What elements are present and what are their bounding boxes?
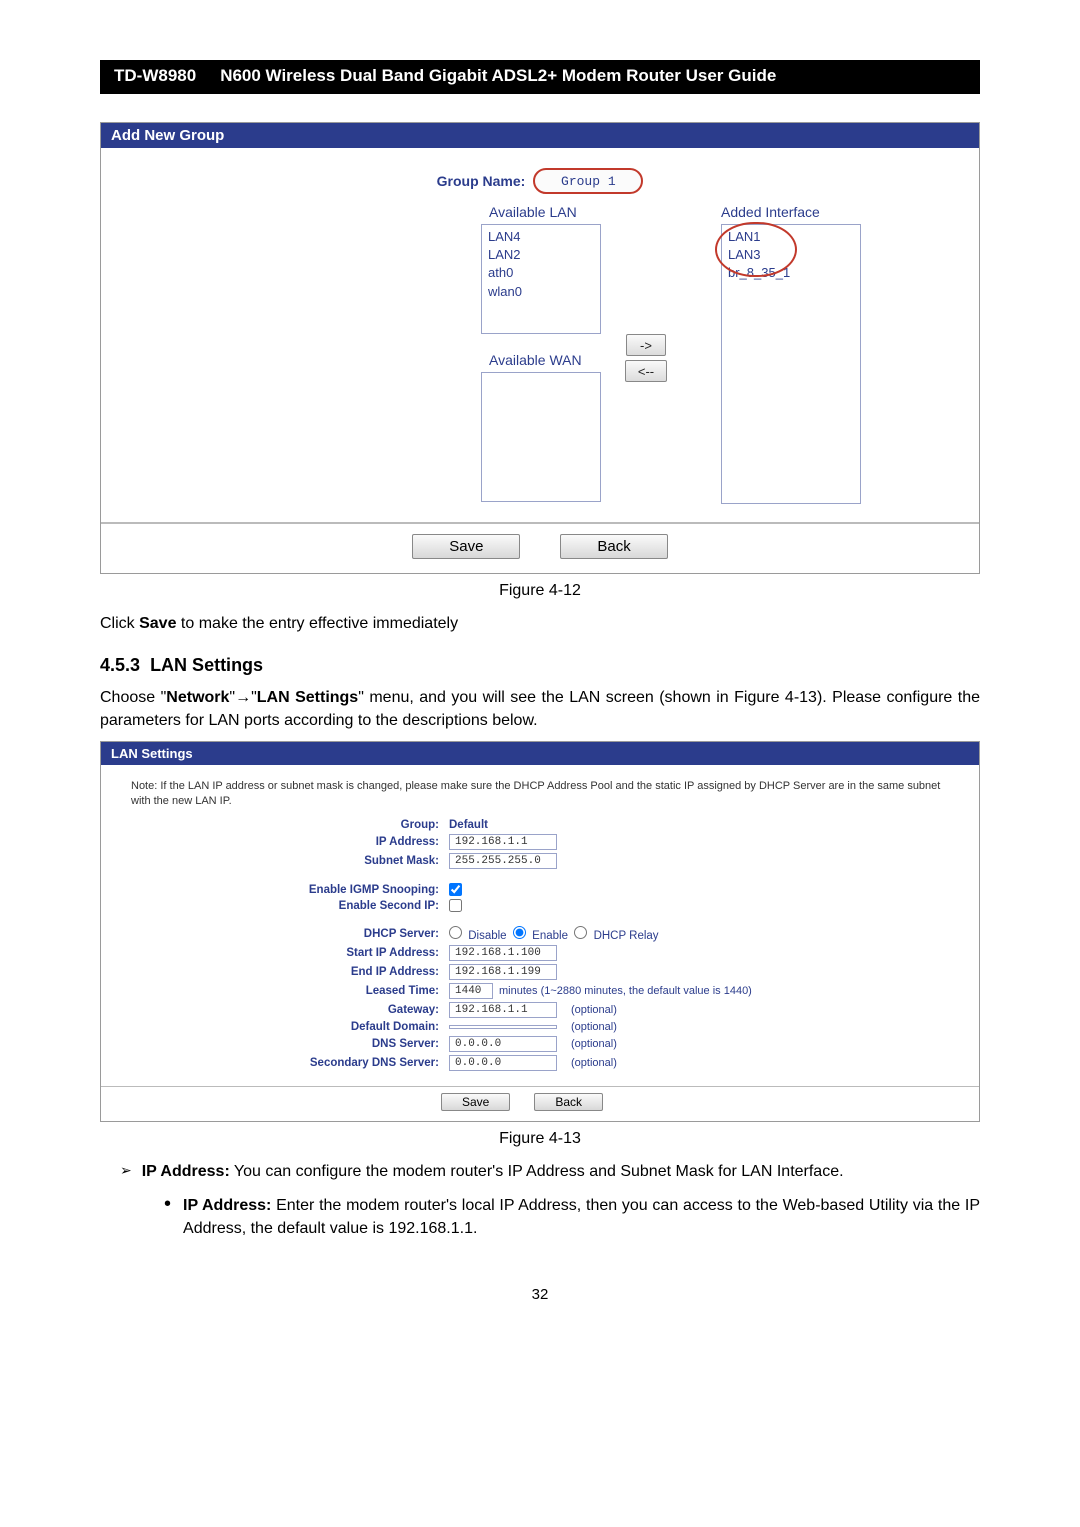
panel-title: LAN Settings bbox=[101, 742, 979, 765]
default-domain-input[interactable] bbox=[449, 1025, 557, 1029]
panel-title: Add New Group bbox=[101, 123, 979, 148]
bullet-item: ➢ IP Address: You can configure the mode… bbox=[120, 1160, 980, 1183]
available-wan-label: Available WAN bbox=[489, 352, 721, 368]
start-ip-label: Start IP Address: bbox=[119, 947, 449, 959]
leased-time-label: Leased Time: bbox=[119, 985, 449, 997]
group-name-label: Group Name: bbox=[437, 173, 526, 189]
figure-412-caption: Figure 4-12 bbox=[100, 582, 980, 600]
triangle-bullet-icon: ➢ bbox=[120, 1160, 132, 1183]
note-text: Note: If the LAN IP address or subnet ma… bbox=[131, 779, 949, 810]
doc-title: N600 Wireless Dual Band Gigabit ADSL2+ M… bbox=[210, 60, 980, 92]
end-ip-label: End IP Address: bbox=[119, 966, 449, 978]
page-number: 32 bbox=[100, 1286, 980, 1303]
group-name-input[interactable]: Group 1 bbox=[533, 168, 643, 194]
dhcp-disable-radio[interactable]: Disable bbox=[449, 926, 507, 942]
list-item[interactable]: LAN3 bbox=[728, 246, 854, 264]
optional-label: (optional) bbox=[571, 1038, 617, 1050]
list-item[interactable]: br_8_35_1 bbox=[728, 264, 854, 282]
page-header: TD-W8980 N600 Wireless Dual Band Gigabit… bbox=[100, 60, 980, 94]
subnet-mask-input[interactable]: 255.255.255.0 bbox=[449, 853, 557, 869]
second-ip-label: Enable Second IP: bbox=[119, 900, 449, 912]
dns-server-input[interactable]: 0.0.0.0 bbox=[449, 1036, 557, 1052]
secondary-dns-label: Secondary DNS Server: bbox=[119, 1057, 449, 1069]
list-item[interactable]: LAN1 bbox=[728, 228, 854, 246]
optional-label: (optional) bbox=[571, 1057, 617, 1069]
move-left-button[interactable]: <-- bbox=[625, 360, 667, 382]
subnet-mask-label: Subnet Mask: bbox=[119, 855, 449, 867]
optional-label: (optional) bbox=[571, 1021, 617, 1033]
added-interface-list[interactable]: LAN1 LAN3 br_8_35_1 bbox=[721, 224, 861, 504]
ip-address-label: IP Address: bbox=[119, 836, 449, 848]
list-item[interactable]: LAN4 bbox=[488, 228, 594, 246]
dot-bullet-icon: • bbox=[164, 1194, 171, 1240]
available-wan-list[interactable] bbox=[481, 372, 601, 502]
dhcp-enable-radio[interactable]: Enable bbox=[513, 926, 568, 942]
list-item[interactable]: ath0 bbox=[488, 264, 594, 282]
back-button[interactable]: Back bbox=[560, 534, 667, 559]
gateway-input[interactable]: 192.168.1.1 bbox=[449, 1002, 557, 1018]
list-item[interactable]: LAN2 bbox=[488, 246, 594, 264]
lan-settings-panel: LAN Settings Note: If the LAN IP address… bbox=[100, 741, 980, 1123]
bullet-list: ➢ IP Address: You can configure the mode… bbox=[120, 1160, 980, 1240]
available-lan-list[interactable]: LAN4 LAN2 ath0 wlan0 bbox=[481, 224, 601, 334]
paragraph: Choose "Network"→"LAN Settings" menu, an… bbox=[100, 686, 980, 732]
optional-label: (optional) bbox=[571, 1004, 617, 1016]
added-interface-label: Added Interface bbox=[721, 204, 881, 220]
igmp-snooping-checkbox[interactable] bbox=[449, 883, 462, 896]
back-button[interactable]: Back bbox=[534, 1093, 603, 1111]
move-right-button[interactable]: -> bbox=[626, 334, 666, 356]
leased-time-input[interactable]: 1440 bbox=[449, 983, 493, 999]
gateway-label: Gateway: bbox=[119, 1004, 449, 1016]
group-label: Group: bbox=[119, 819, 449, 831]
list-item[interactable]: wlan0 bbox=[488, 283, 594, 301]
save-button[interactable]: Save bbox=[412, 534, 520, 559]
sub-bullet-item: • IP Address: Enter the modem router's l… bbox=[164, 1194, 980, 1240]
dhcp-relay-radio[interactable]: DHCP Relay bbox=[574, 926, 658, 942]
secondary-dns-input[interactable]: 0.0.0.0 bbox=[449, 1055, 557, 1071]
dns-server-label: DNS Server: bbox=[119, 1038, 449, 1050]
paragraph: Click Save to make the entry effective i… bbox=[100, 612, 980, 635]
section-heading: 4.5.3 LAN Settings bbox=[100, 655, 980, 676]
end-ip-input[interactable]: 192.168.1.199 bbox=[449, 964, 557, 980]
leased-time-note: minutes (1~2880 minutes, the default val… bbox=[499, 985, 752, 997]
group-value: Default bbox=[449, 819, 488, 831]
dhcp-server-label: DHCP Server: bbox=[119, 928, 449, 940]
start-ip-input[interactable]: 192.168.1.100 bbox=[449, 945, 557, 961]
add-new-group-panel: Add New Group Group Name: Group 1 Availa… bbox=[100, 122, 980, 574]
model-badge: TD-W8980 bbox=[100, 60, 210, 92]
save-button[interactable]: Save bbox=[441, 1093, 510, 1111]
ip-address-input[interactable]: 192.168.1.1 bbox=[449, 834, 557, 850]
figure-413-caption: Figure 4-13 bbox=[100, 1130, 980, 1148]
second-ip-checkbox[interactable] bbox=[449, 899, 462, 912]
igmp-snooping-label: Enable IGMP Snooping: bbox=[119, 884, 449, 896]
default-domain-label: Default Domain: bbox=[119, 1021, 449, 1033]
available-lan-label: Available LAN bbox=[489, 204, 721, 220]
